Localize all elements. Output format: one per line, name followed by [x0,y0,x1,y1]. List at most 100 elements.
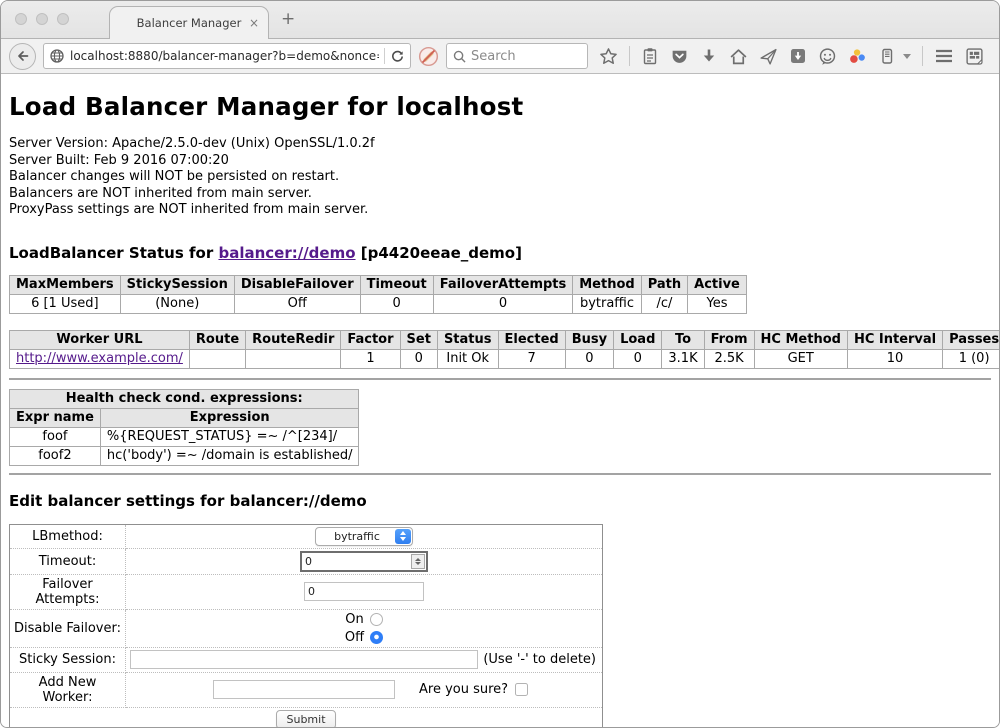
grid-icon[interactable] [965,47,984,66]
page-content: Load Balancer Manager for localhost Serv… [1,74,999,727]
clipboard-icon[interactable] [641,47,659,65]
toolbar-separator [629,46,630,66]
proxypass-warning-line: ProxyPass settings are NOT inherited fro… [9,202,991,219]
submit-row: Submit [10,707,603,728]
back-button[interactable] [9,43,36,70]
worker-row: http://www.example.com/ 1 0 Init Ok 7 0 … [10,349,1000,368]
table-header-row: Worker URL Route RouteRedir Factor Set S… [10,330,1000,349]
lbmethod-select[interactable]: bytraffic [315,527,413,546]
inherit-warning-line: Balancers are NOT inherited from main se… [9,186,991,203]
url-input[interactable] [70,49,379,63]
failover-attempts-input[interactable] [304,582,424,601]
sticky-session-input[interactable] [130,650,478,669]
menu-hamburger-icon[interactable] [934,48,954,64]
col-active: Active [688,275,747,294]
server-version-line: Server Version: Apache/2.5.0-dev (Unix) … [9,136,991,153]
tab-balancer-manager[interactable]: Balancer Manager × [109,6,269,39]
home-icon[interactable] [729,47,748,66]
search-bar[interactable] [446,43,588,69]
navigation-toolbar [1,38,999,74]
are-you-sure-label: Are you sure? [419,682,508,697]
lbmethod-label: LBmethod: [10,524,126,548]
worker-status-table: Worker URL Route RouteRedir Factor Set S… [9,330,1000,369]
loadbalancer-status-heading: LoadBalancer Status for balancer://demo … [9,244,991,262]
lbmethod-row: LBmethod: bytraffic [10,524,603,548]
edit-settings-heading: Edit balancer settings for balancer://de… [9,492,991,510]
send-icon[interactable] [759,47,778,66]
col-failoverattempts: FailoverAttempts [433,275,573,294]
failover-attempts-label: Failover Attempts: [10,574,126,609]
balancer-status-table: MaxMembers StickySession DisableFailover… [9,275,747,314]
add-worker-label: Add New Worker: [10,672,126,707]
reload-icon[interactable] [390,49,405,64]
select-stepper-icon [395,529,411,544]
globe-icon[interactable] [49,48,65,64]
sticky-session-row: Sticky Session: (Use '-' to delete) [10,647,603,672]
status-heading-suffix: [p4420eeae_demo] [356,244,522,262]
noscript-blocked-icon[interactable] [418,46,439,67]
add-worker-row: Add New Worker: Are you sure? [10,672,603,707]
balancer-demo-link[interactable]: balancer://demo [218,244,355,262]
urlbar-divider [384,48,385,64]
table-header-row: MaxMembers StickySession DisableFailover… [10,275,747,294]
failover-off-radio[interactable] [370,631,383,644]
search-input[interactable] [471,49,581,64]
are-you-sure-checkbox[interactable] [515,683,528,696]
container-icon[interactable] [878,47,896,65]
failover-on-radio[interactable] [370,613,383,626]
window-controls[interactable] [15,13,69,25]
col-expr-name: Expr name [10,408,101,427]
dropdown-caret-icon[interactable] [903,54,911,59]
tab-title: Balancer Manager [137,16,242,30]
sticky-session-hint: (Use '-' to delete) [483,652,598,667]
health-check-table: Health check cond. expressions: Expr nam… [9,389,359,466]
save-panel-icon[interactable] [789,47,807,65]
disable-failover-label: Disable Failover: [10,609,126,647]
tab-bar: Balancer Manager × + [1,1,999,38]
page-title: Load Balancer Manager for localhost [9,74,991,121]
disable-failover-row: Disable Failover: On Off [10,609,603,647]
url-bar[interactable] [43,43,411,69]
col-disablefailover: DisableFailover [234,275,360,294]
minimize-window-icon[interactable] [36,13,48,25]
persist-warning-line: Balancer changes will NOT be persisted o… [9,169,991,186]
browser-window: Balancer Manager × + [0,0,1000,728]
color-dots-icon[interactable] [848,47,867,66]
col-stickysession: StickySession [120,275,234,294]
zoom-window-icon[interactable] [57,13,69,25]
col-maxmembers: MaxMembers [10,275,121,294]
radio-off-label: Off [345,630,364,645]
sticky-session-label: Sticky Session: [10,647,126,672]
health-row: foof2 hc('body') =~ /domain is establish… [10,446,359,465]
health-row: foof %{REQUEST_STATUS} =~ /^[234]/ [10,427,359,446]
col-timeout: Timeout [360,275,433,294]
health-table-title: Health check cond. expressions: [10,389,359,408]
timeout-row: Timeout: [10,548,603,574]
toolbar-icon-strip [599,46,984,66]
timeout-input[interactable] [300,551,428,572]
edit-balancer-form: LBmethod: bytraffic Timeout: [9,524,603,728]
section-divider [9,473,991,475]
new-tab-button[interactable]: + [281,9,295,29]
chat-smiley-icon[interactable] [818,47,837,66]
worker-url-link[interactable]: http://www.example.com/ [16,351,183,366]
bookmark-star-icon[interactable] [599,47,618,66]
toolbar-separator [922,46,923,66]
search-icon [453,50,466,63]
section-divider [9,378,991,380]
status-heading-prefix: LoadBalancer Status for [9,244,218,262]
col-worker-url: Worker URL [10,330,190,349]
number-spinner-icon[interactable] [411,554,425,569]
table-row: 6 [1 Used] (None) Off 0 0 bytraffic /c/ … [10,294,747,313]
timeout-label: Timeout: [10,548,126,574]
pocket-icon[interactable] [670,47,689,66]
server-info: Server Version: Apache/2.5.0-dev (Unix) … [9,136,991,219]
download-icon[interactable] [700,47,718,65]
col-method: Method [573,275,641,294]
submit-button[interactable]: Submit [276,710,335,728]
close-window-icon[interactable] [15,13,27,25]
server-built-line: Server Built: Feb 9 2016 07:00:20 [9,153,991,170]
failover-attempts-row: Failover Attempts: [10,574,603,609]
add-worker-input[interactable] [213,680,395,699]
tab-close-icon[interactable]: × [249,16,259,30]
